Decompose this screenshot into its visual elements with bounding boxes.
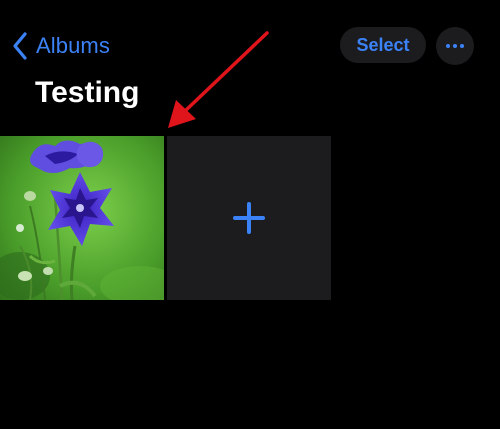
ellipsis-icon <box>446 44 464 48</box>
album-title: Testing <box>35 76 140 109</box>
select-button[interactable]: Select <box>340 27 426 63</box>
plus-icon <box>233 202 265 234</box>
chevron-left-icon <box>13 32 27 60</box>
back-label: Albums <box>36 33 110 58</box>
photo-thumbnail[interactable] <box>0 136 164 300</box>
more-options-button[interactable] <box>436 27 474 65</box>
photos-album-screen: Albums Select Testing <box>0 0 500 429</box>
photo-grid <box>0 136 331 300</box>
add-photo-button[interactable] <box>167 136 331 300</box>
back-button[interactable]: Albums <box>10 28 110 64</box>
